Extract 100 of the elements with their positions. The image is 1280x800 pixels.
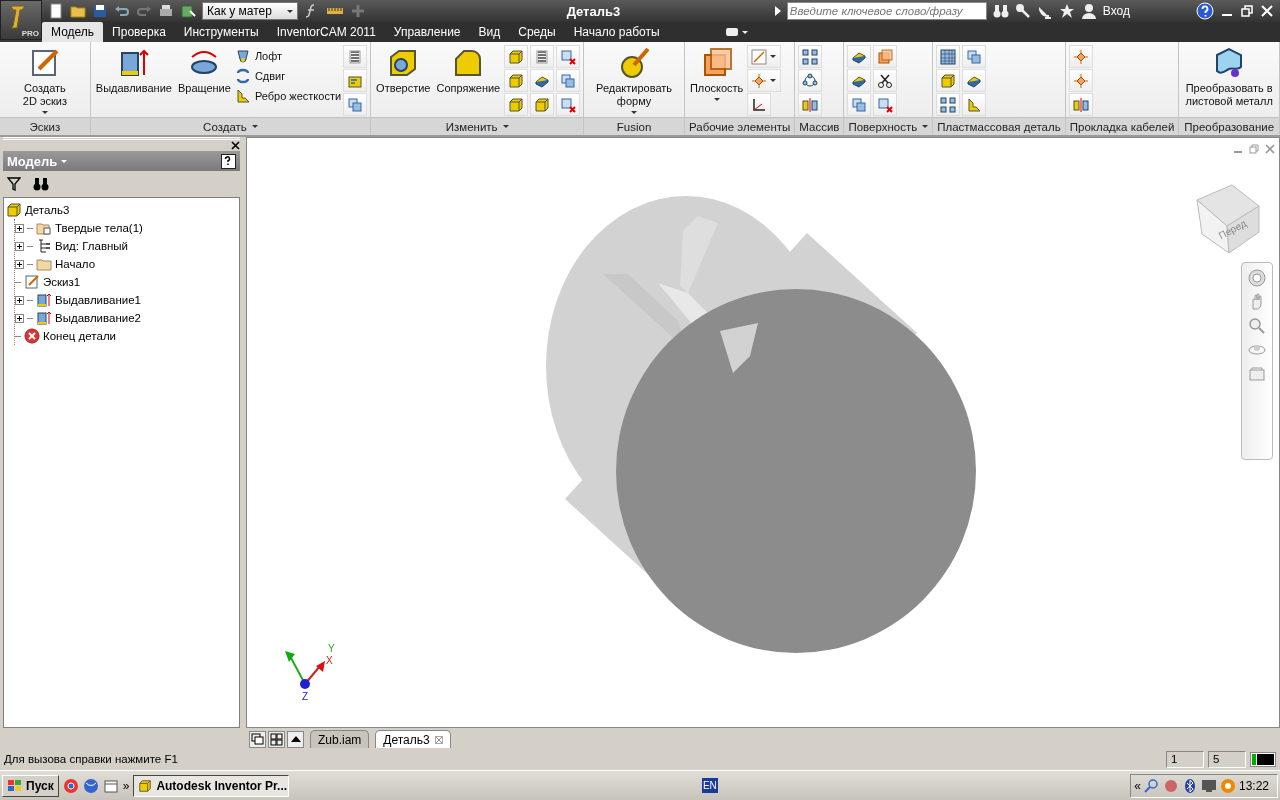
user-icon[interactable] — [1080, 3, 1097, 19]
taskbar-button[interactable]: Autodesk Inventor Pr... — [133, 774, 290, 797]
tree-item[interactable]: Твердые тела(1) — [15, 219, 237, 237]
ribbon-tool-button[interactable]: Сопряжение — [434, 45, 503, 97]
two-boxes-icon — [966, 48, 983, 65]
filter-icon[interactable] — [7, 177, 21, 191]
tree-item[interactable]: Выдавливание2 — [15, 309, 237, 327]
pattern-icon — [802, 48, 819, 65]
calendar-icon[interactable] — [102, 777, 119, 794]
close-icon[interactable] — [231, 141, 240, 150]
ribbon-tool-button[interactable]: Преобразовать в листовой металл — [1182, 45, 1276, 110]
search-icon[interactable] — [1143, 777, 1160, 794]
ribbon-tab[interactable]: InventorCAM 2011 — [267, 22, 385, 42]
rib-icon — [966, 96, 983, 113]
tray-expand[interactable]: « — [1134, 778, 1141, 793]
keyboard-icon[interactable] — [724, 26, 749, 38]
cube-icon — [534, 96, 551, 113]
redo-icon[interactable] — [136, 3, 152, 19]
status-text: Для вызова справки нажмите F1 — [4, 753, 179, 765]
ribbon-tool-button[interactable]: Выдавливание — [93, 45, 174, 97]
ribbon-panel-title: Создать — [90, 117, 371, 135]
ribbon-tool-button[interactable]: Отверстие — [374, 45, 433, 97]
triangle-icon[interactable] — [774, 6, 781, 16]
tree-item[interactable]: Эскиз1 — [15, 273, 237, 291]
restore-icon[interactable] — [1240, 4, 1254, 18]
ribbon-icon-button[interactable] — [847, 69, 872, 92]
ribbon-tool-button[interactable]: Редактировать форму — [587, 45, 681, 116]
search-field[interactable]: Введите ключевое слово/фразу — [786, 2, 987, 20]
ribbon-tool-button[interactable]: Вращение — [175, 45, 233, 97]
tile-windows-button[interactable] — [268, 731, 285, 748]
help-icon[interactable] — [221, 153, 236, 169]
save-icon[interactable] — [92, 3, 108, 19]
cube-icon — [508, 72, 525, 89]
star-icon[interactable] — [1058, 3, 1075, 19]
cube-icon — [940, 72, 957, 89]
ribbon-tool-button[interactable]: Плоскость — [687, 45, 746, 103]
document-tab[interactable]: Zub.iam — [310, 730, 370, 748]
ribbon-icon-button[interactable] — [873, 69, 898, 92]
ribbon-tool-button[interactable]: Сдвиг — [234, 68, 342, 84]
tree-item[interactable]: Вид: Главный — [15, 237, 237, 255]
steering-wheel-icon[interactable] — [1248, 269, 1266, 287]
line-icon — [751, 48, 768, 65]
binoculars-icon[interactable] — [992, 3, 1009, 19]
caret-icon — [287, 9, 293, 13]
cascade-windows-button[interactable] — [249, 731, 266, 748]
ribbon-tab[interactable]: Начало работы — [564, 22, 669, 42]
open-folder-icon[interactable] — [70, 3, 86, 19]
two-boxes-icon — [347, 96, 364, 113]
tree-item[interactable]: Начало — [15, 255, 237, 273]
axis-label: X — [326, 655, 333, 666]
clock: 13:22 — [1238, 778, 1269, 793]
document-tab[interactable]: Деталь3 — [375, 730, 451, 748]
tree-item[interactable]: Деталь3 — [6, 201, 237, 219]
sketch-icon — [24, 274, 40, 290]
ribbon-icon-button[interactable] — [530, 69, 555, 92]
ribbon-tab[interactable]: Вид — [469, 22, 510, 42]
curl-icon — [234, 68, 251, 84]
tree-item[interactable]: Конец детали — [15, 327, 237, 345]
dropdown-value: Как у матер — [207, 4, 272, 18]
quick-launch-more[interactable]: » — [122, 778, 130, 793]
browser-title[interactable]: Модель — [7, 153, 58, 169]
ribbon-icon-button[interactable] — [798, 45, 823, 68]
ribbon-icon-button[interactable] — [747, 93, 772, 116]
cube-icon — [508, 48, 525, 65]
status-field: 5 — [1208, 750, 1246, 768]
ribbon-tool-button[interactable]: Ребро жесткости — [234, 88, 342, 104]
ribbon-panel-title: Массив — [795, 117, 844, 135]
undo-icon[interactable] — [114, 3, 130, 19]
ribbon-tab[interactable]: Модель — [42, 22, 104, 42]
new-document-icon[interactable] — [48, 3, 64, 19]
ribbon-icon-button[interactable] — [936, 93, 961, 116]
language-indicator[interactable]: EN — [701, 778, 718, 793]
windows-logo-icon — [7, 778, 23, 793]
triangle-up-button[interactable] — [287, 731, 304, 748]
application-button[interactable]: PRO — [0, 0, 42, 40]
plus-icon[interactable] — [350, 3, 366, 19]
ribbon-panel-title: Рабочие элементы — [684, 117, 795, 135]
ribbon-tab[interactable]: Среды — [509, 22, 565, 42]
print-icon[interactable] — [158, 3, 174, 19]
tree-item[interactable]: Выдавливание1 — [15, 291, 237, 309]
ribbon-tab[interactable]: Управление — [384, 22, 470, 42]
ribbon-tool-button[interactable]: Лофт — [234, 48, 342, 64]
circular-pattern-icon — [802, 72, 819, 89]
ribbon-icon-button[interactable] — [847, 45, 872, 68]
caret-icon — [251, 125, 258, 128]
ribbon-panel-title: Изменить — [371, 117, 584, 135]
tile-windows-icon — [270, 733, 283, 746]
binoculars-icon[interactable] — [33, 177, 49, 191]
style-dropdown[interactable]: Как у матер — [202, 2, 298, 20]
zoom-icon[interactable] — [1248, 317, 1266, 335]
ribbon-tab[interactable]: Проверка — [103, 22, 175, 42]
ribbon-tool-button[interactable]: Создать 2D эскиз — [3, 45, 87, 116]
sign-in-link[interactable]: Вход — [1102, 4, 1130, 18]
ribbon-tab[interactable]: Инструменты — [174, 22, 268, 42]
key-icon[interactable] — [1014, 3, 1031, 19]
ribbon-icon-button[interactable] — [962, 69, 987, 92]
monitor-icon[interactable] — [1200, 777, 1217, 794]
start-button[interactable]: Пуск — [2, 774, 59, 797]
plane-icon — [877, 48, 894, 65]
status-field: 1 — [1166, 750, 1204, 768]
